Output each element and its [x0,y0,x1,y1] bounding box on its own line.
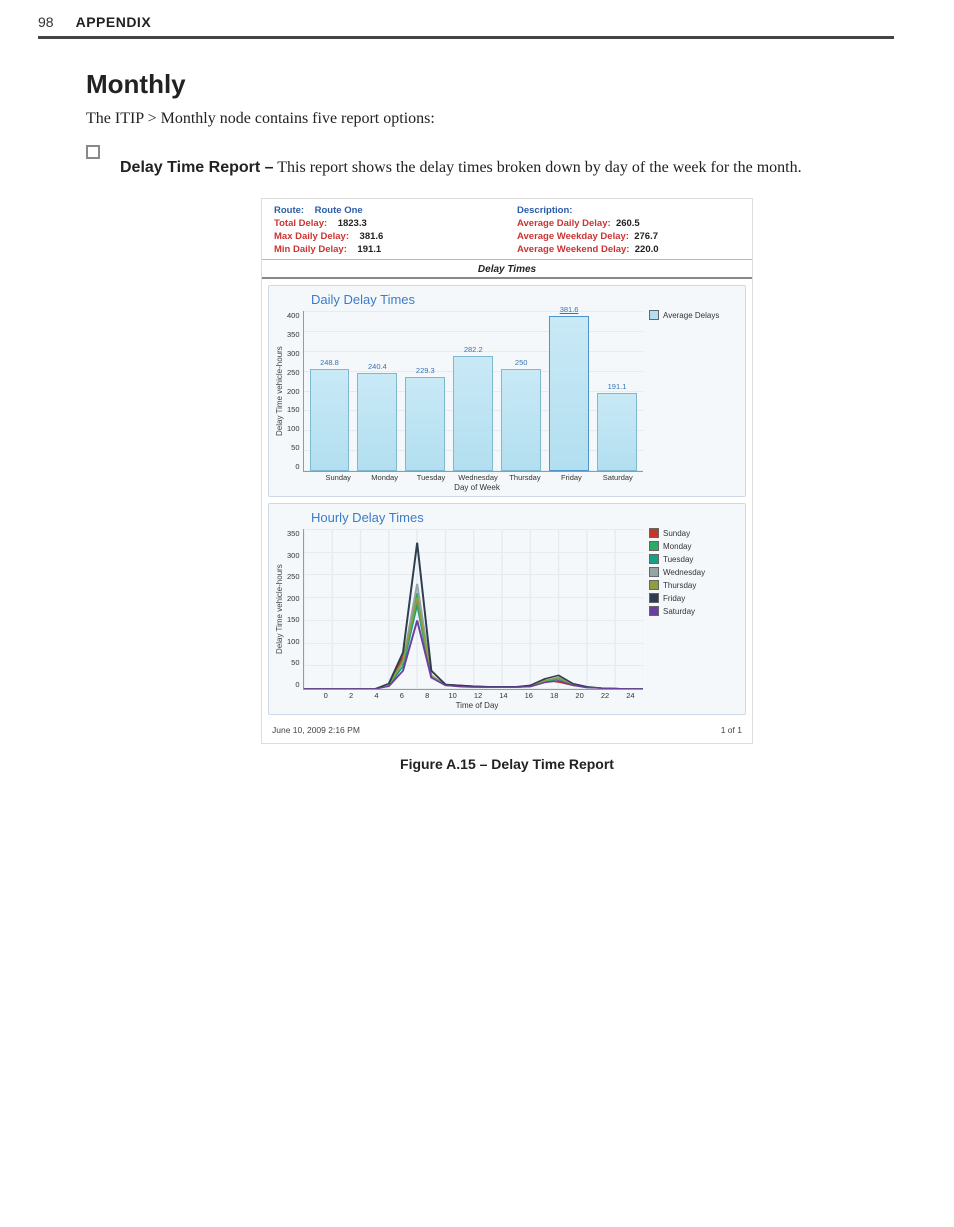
report-screenshot: Route: Route One Total Delay: 1823.3 Max… [261,198,753,744]
figure-caption: Figure A.15 – Delay Time Report [262,756,752,772]
bar-monday: 240.4 [357,373,397,471]
avg-weekend-value: 220.0 [635,244,659,255]
min-delay-value: 191.1 [357,244,397,255]
bullet-rest: This report shows the delay times broken… [274,159,802,176]
report-subtitle: Delay Times [262,259,752,279]
hourly-chart-title: Hourly Delay Times [311,510,643,525]
route-value: Route One [315,205,363,216]
bar-tuesday: 229.3 [405,377,445,471]
hourly-lines [304,529,643,689]
daily-y-ticks: 400350300250200150100500 [284,311,303,471]
min-delay-label: Min Daily Delay: [274,244,347,255]
daily-y-axis-label: Delay Time vehicle-hours [275,311,284,471]
hourly-y-axis-label: Delay Time vehicle-hours [275,529,284,689]
report-page-indicator: 1 of 1 [721,725,742,735]
daily-chart-title: Daily Delay Times [311,292,643,307]
bar-friday: 381.6 [549,316,589,471]
hourly-x-axis-label: Time of Day [311,701,643,710]
daily-bars: 248.8240.4229.3282.2250381.6191.1 [304,311,643,471]
avg-weekday-label: Average Weekday Delay: [517,231,629,242]
daily-x-ticks: SundayMondayTuesdayWednesdayThursdayFrid… [313,471,643,482]
avg-weekend-label: Average Weekend Delay: [517,244,629,255]
bullet-icon [86,145,100,159]
header-divider [38,36,894,39]
report-timestamp: June 10, 2009 2:16 PM [272,725,360,735]
max-delay-value: 381.6 [360,231,400,242]
route-label: Route: [274,205,304,216]
list-item: Delay Time Report – This report shows th… [86,140,894,772]
bar-saturday: 191.1 [597,393,637,471]
total-delay-value: 1823.3 [338,218,378,229]
bar-sunday: 248.8 [310,369,350,471]
avg-daily-label: Average Daily Delay: [517,218,611,229]
appendix-label: APPENDIX [76,14,152,30]
hourly-x-ticks: 024681012141618202224 [313,689,643,700]
description-label: Description: [517,205,572,216]
bar-wednesday: 282.2 [453,356,493,471]
daily-chart: Daily Delay Times Delay Time vehicle-hou… [268,285,746,497]
bar-thursday: 250 [501,369,541,471]
daily-legend: Average Delays [643,292,739,492]
section-intro: The ITIP > Monthly node contains five re… [86,110,894,128]
hourly-chart: Hourly Delay Times Delay Time vehicle-ho… [268,503,746,715]
max-delay-label: Max Daily Delay: [274,231,349,242]
avg-weekday-value: 276.7 [634,231,658,242]
bullet-text: Delay Time Report – This report shows th… [120,156,894,180]
total-delay-label: Total Delay: [274,218,327,229]
hourly-y-ticks: 350300250200150100500 [284,529,303,689]
daily-x-axis-label: Day of Week [311,483,643,492]
hourly-legend: SundayMondayTuesdayWednesdayThursdayFrid… [643,510,739,710]
section-heading: Monthly [86,69,894,100]
avg-daily-value: 260.5 [616,218,640,229]
bullet-lead: Delay Time Report – [120,159,274,176]
page-number: 98 [38,14,54,30]
